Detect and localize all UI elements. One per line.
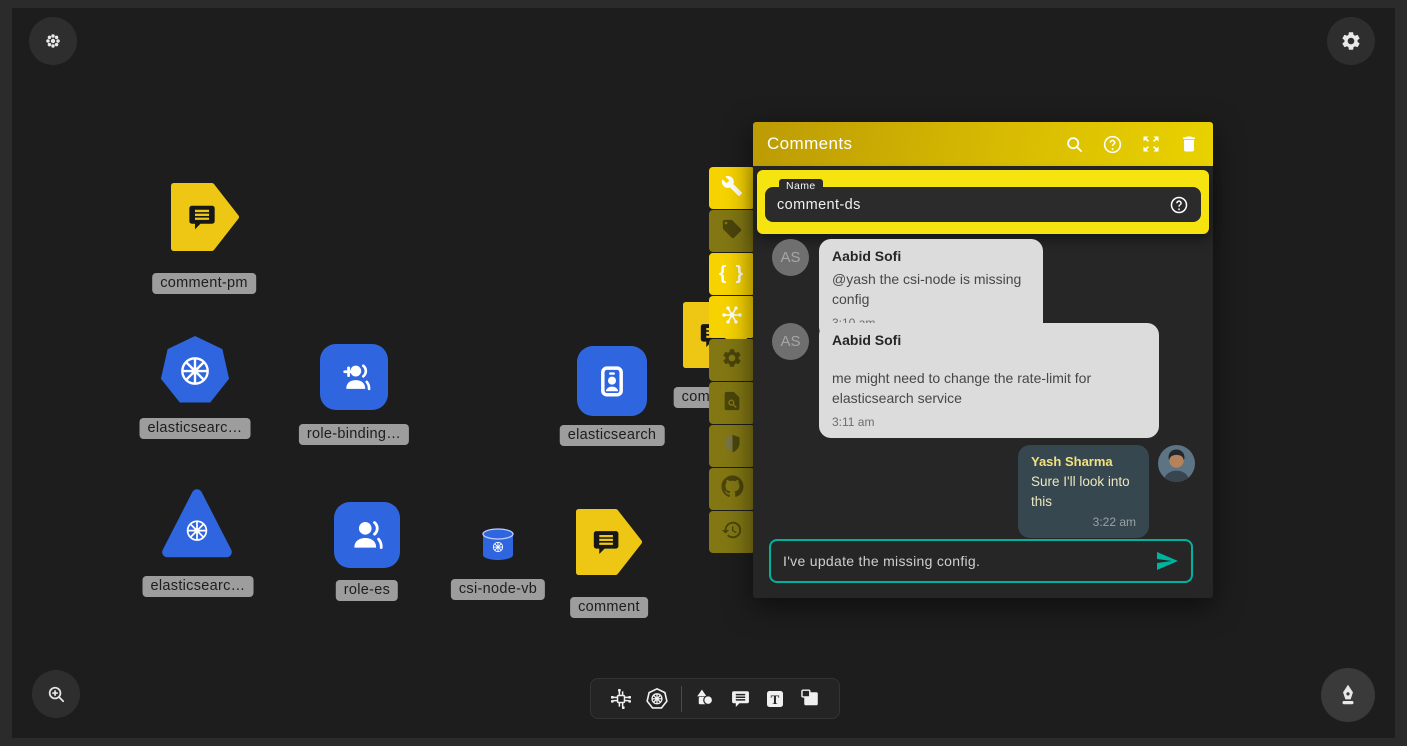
kubernetes-icon[interactable] (644, 686, 670, 712)
message-author: Aabid Sofi (832, 248, 1030, 264)
app-window: comment-pm elasticsearc… role-binding… e… (0, 0, 1407, 746)
history-icon (721, 519, 743, 546)
svg-text:T: T (771, 692, 780, 707)
panel-title: Comments (767, 134, 852, 154)
shapes-icon[interactable] (692, 686, 717, 711)
name-field[interactable]: Name comment-ds (765, 187, 1201, 222)
message-row: AS Aabid Sofi me might need to change th… (772, 323, 1159, 438)
trash-icon[interactable] (1178, 134, 1199, 155)
message-bubble: Aabid Sofi me might need to change the r… (819, 323, 1159, 438)
image-icon[interactable] (798, 686, 823, 711)
name-field-value: comment-ds (777, 197, 861, 213)
sidebar-item-security[interactable] (709, 425, 755, 467)
comments-panel: Comments Name comment-ds AS (753, 122, 1213, 598)
comment-input-value: I've update the missing config. (783, 553, 980, 569)
sidebar-item-tag[interactable] (709, 210, 755, 252)
sidebar-item-settings[interactable] (709, 339, 755, 381)
comment-input[interactable]: I've update the missing config. (769, 539, 1193, 583)
message-text: Sure I'll look into this (1031, 472, 1136, 511)
schema-icon[interactable] (608, 686, 634, 712)
pen-nib-icon (1335, 682, 1361, 708)
node-elasticsearch-sa[interactable]: elasticsearch (577, 346, 647, 416)
tag-icon (721, 218, 743, 245)
node-label: comment-pm (152, 273, 256, 294)
node-comment-pm[interactable]: comment-pm (170, 183, 240, 251)
sidebar-item-validate[interactable] (709, 382, 755, 424)
node-comment[interactable]: comment (575, 509, 643, 575)
comments-panel-header[interactable]: Comments (753, 122, 1213, 166)
node-label: role-es (336, 580, 398, 601)
sidebar-item-tools[interactable] (709, 167, 755, 209)
name-field-label: Name (779, 179, 823, 194)
node-role-binding[interactable]: role-binding… (320, 344, 388, 410)
avatar: AS (772, 239, 809, 276)
node-elasticsearch-tri[interactable]: elasticsearc… (160, 486, 234, 562)
node-elasticsearch-pod[interactable]: elasticsearc… (160, 336, 230, 406)
help-icon[interactable] (1169, 195, 1189, 215)
message-bubble: Yash Sharma Sure I'll look into this 3:2… (1018, 445, 1149, 538)
gear-icon (1340, 30, 1362, 52)
avatar-photo (1158, 445, 1195, 538)
node-csi-node-vb[interactable]: csi-node-vb (480, 527, 516, 563)
node-label: elasticsearc… (143, 576, 254, 597)
person-add-icon (333, 356, 375, 398)
sidebar-item-json[interactable]: { } (709, 253, 755, 295)
search-icon[interactable] (1064, 134, 1085, 155)
settings-button[interactable] (1327, 17, 1375, 65)
text-icon[interactable]: T (763, 687, 787, 711)
pen-tool-button[interactable] (1321, 668, 1375, 722)
zoom-button[interactable] (32, 670, 80, 718)
zoom-in-icon (45, 683, 68, 706)
hub-icon (720, 303, 744, 332)
message-author: Yash Sharma (1031, 454, 1136, 469)
dock-divider (681, 686, 682, 712)
node-label: role-binding… (299, 424, 409, 445)
shape-dock: T (590, 678, 840, 719)
help-icon[interactable] (1102, 134, 1123, 155)
flower-icon (42, 30, 64, 52)
component-side-toolbar: { } (709, 167, 755, 553)
sidebar-item-history[interactable] (709, 511, 755, 553)
expand-icon[interactable] (1140, 134, 1161, 155)
name-section: Name comment-ds (757, 170, 1209, 234)
message-row: Yash Sharma Sure I'll look into this 3:2… (1018, 445, 1195, 538)
node-label: comment (570, 597, 648, 618)
wrench-icon (721, 175, 743, 202)
message-time: 3:22 am (1031, 515, 1136, 529)
github-icon (721, 475, 744, 503)
design-canvas[interactable]: comment-pm elasticsearc… role-binding… e… (12, 8, 1395, 738)
message-text: me might need to change the rate-limit f… (832, 368, 1146, 409)
doc-search-icon (721, 390, 743, 417)
shield-icon (722, 433, 743, 459)
message-author: Aabid Sofi (832, 332, 1146, 348)
people-icon (346, 514, 388, 556)
sidebar-item-github[interactable] (709, 468, 755, 510)
kubernetes-wheel-icon (176, 352, 214, 390)
comment-icon[interactable] (728, 686, 753, 711)
node-label: elasticsearch (560, 425, 665, 446)
avatar: AS (772, 323, 809, 360)
message-time: 3:11 am (832, 415, 1146, 429)
send-icon[interactable] (1155, 549, 1179, 573)
cluster-flower-button[interactable] (29, 17, 77, 65)
sidebar-item-mesh[interactable] (709, 296, 755, 338)
node-label: elasticsearc… (140, 418, 251, 439)
message-text: @yash the csi-node is missing config (832, 269, 1030, 310)
badge-icon (590, 359, 634, 403)
node-role-es[interactable]: role-es (334, 502, 400, 568)
braces-icon: { } (719, 263, 745, 285)
node-label: csi-node-vb (451, 579, 545, 600)
gear-icon (721, 347, 743, 374)
